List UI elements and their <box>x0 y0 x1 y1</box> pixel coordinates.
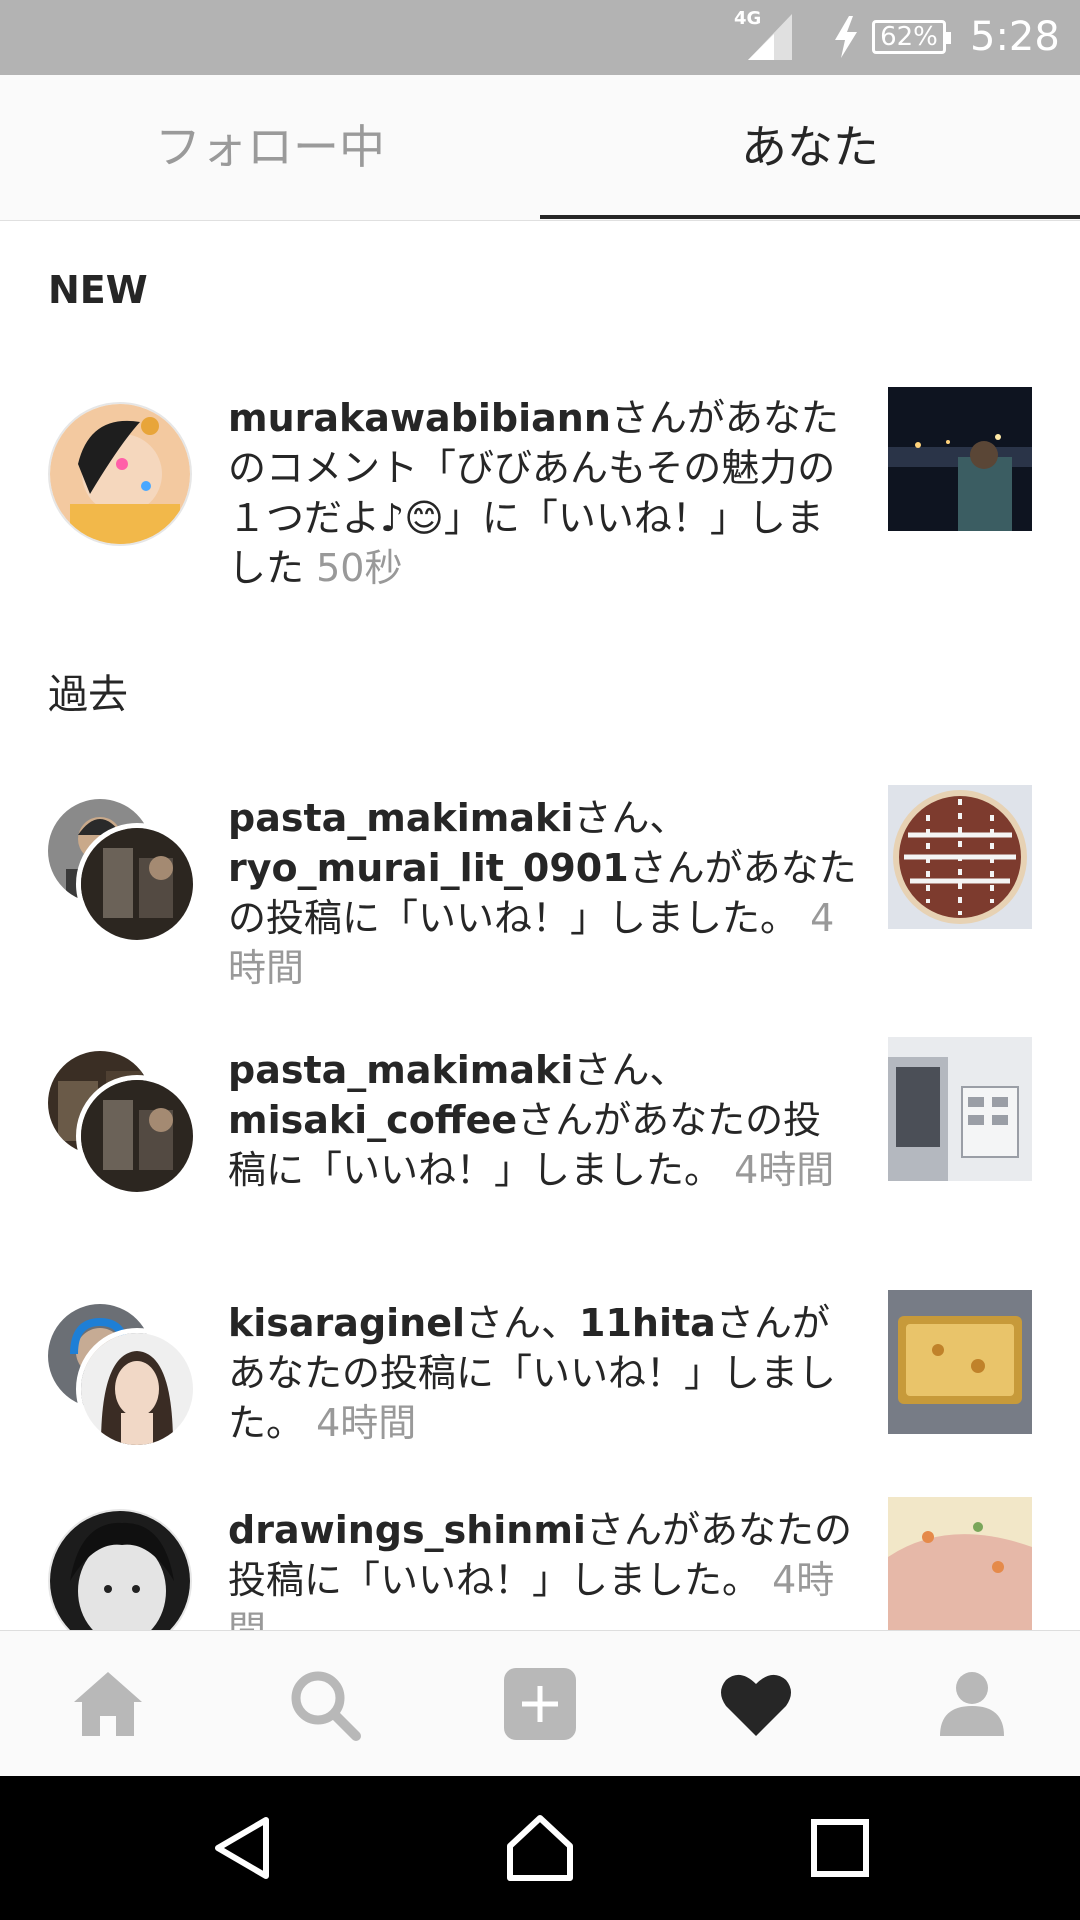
notification-text: murakawabibiannさんがあなたのコメント「びびあんもその魅力の１つだ… <box>228 396 839 590</box>
charging-icon <box>835 16 857 58</box>
clock: 5:28 <box>970 14 1060 60</box>
active-tab-indicator <box>540 215 1080 219</box>
tab-following[interactable]: フォロー中 <box>0 75 540 220</box>
post-thumbnail[interactable] <box>888 1290 1032 1434</box>
avatar[interactable] <box>48 402 192 546</box>
timestamp: 50秒 <box>316 546 403 590</box>
post-thumbnail[interactable] <box>888 1037 1032 1181</box>
bottom-navigation <box>0 1630 1080 1777</box>
signal-icon <box>748 14 792 60</box>
avatar[interactable] <box>76 823 198 945</box>
profile-icon[interactable] <box>934 1666 1010 1742</box>
notification-item[interactable]: drawings_shinmiさんがあなたの投稿に「いいね！」しました。 4時間 <box>0 1497 1080 1630</box>
back-icon[interactable] <box>206 1812 278 1884</box>
tab-you[interactable]: あなた <box>540 75 1080 220</box>
add-icon[interactable] <box>502 1666 578 1742</box>
notification-text: drawings_shinmiさんがあなたの投稿に「いいね！」しました。 4時間 <box>228 1505 858 1630</box>
username-link[interactable]: pasta_makimaki <box>228 796 573 840</box>
status-bar: 4G 62% 5:28 <box>0 0 1080 75</box>
username-link[interactable]: kisaraginel <box>228 1301 465 1345</box>
timestamp: 4時間 <box>316 1401 417 1445</box>
notification-text: pasta_makimakiさん、ryo_murai_lit_0901さんがあな… <box>228 796 857 990</box>
battery-level: 62% <box>880 22 938 52</box>
section-title-new: NEW <box>48 268 148 312</box>
system-navigation-bar <box>0 1776 1080 1920</box>
post-thumbnail[interactable] <box>888 785 1032 929</box>
avatar[interactable] <box>48 1509 192 1630</box>
search-icon[interactable] <box>286 1666 362 1742</box>
activity-tabs: フォロー中 あなた <box>0 75 1080 221</box>
username-link[interactable]: drawings_shinmi <box>228 1508 586 1552</box>
notification-text: kisaraginelさん、11hitaさんがあなたの投稿に「いいね！」しました… <box>228 1301 837 1445</box>
home-system-icon[interactable] <box>504 1812 576 1884</box>
post-thumbnail[interactable] <box>888 1497 1032 1630</box>
username-link[interactable]: pasta_makimaki <box>228 1048 573 1092</box>
username-link[interactable]: ryo_murai_lit_0901 <box>228 846 629 890</box>
username-link[interactable]: misaki_coffee <box>228 1098 517 1142</box>
section-title-past: 過去 <box>48 672 128 718</box>
post-thumbnail[interactable] <box>888 387 1032 531</box>
avatar[interactable] <box>76 1075 198 1197</box>
battery-icon: 62% <box>872 20 951 54</box>
notification-text: pasta_makimakiさん、misaki_coffeeさんがあなたの投稿に… <box>228 1048 835 1192</box>
timestamp: 4時間 <box>734 1148 835 1192</box>
heart-icon[interactable] <box>718 1666 794 1742</box>
username-link[interactable]: murakawabibiann <box>228 396 611 440</box>
avatar[interactable] <box>76 1328 198 1450</box>
home-icon[interactable] <box>70 1666 146 1742</box>
username-link[interactable]: 11hita <box>579 1301 716 1345</box>
recents-icon[interactable] <box>804 1812 876 1884</box>
